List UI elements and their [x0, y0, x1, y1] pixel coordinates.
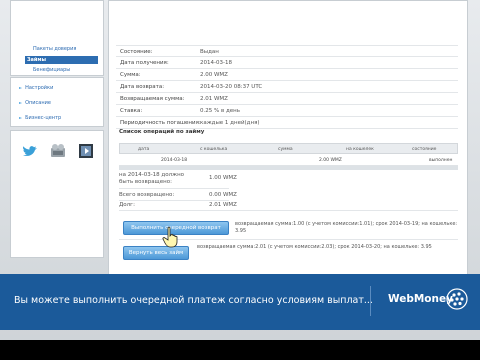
sidebar-link-business-center[interactable]: ► Бизнес-центр: [19, 115, 61, 121]
sidebar-menu: Пакеты доверия Займы Бенефициары: [10, 0, 104, 76]
arrow-icon: ►: [19, 100, 23, 105]
info-value: 2.00 WMZ: [200, 72, 228, 78]
summary-returned-label: Всего возвращено:: [119, 192, 175, 198]
info-value: Выдан: [200, 49, 219, 55]
sidebar-item-beneficiaries[interactable]: Бенефициары: [33, 67, 70, 73]
info-label: Сумма:: [120, 72, 141, 78]
info-value: каждые 1 дней(дня): [200, 120, 260, 126]
arrow-icon: ►: [19, 115, 23, 120]
sidebar-link-label: Бизнес-центр: [25, 115, 62, 121]
cell-amount: 2.00 WMZ: [319, 158, 342, 163]
info-row-received-date: Дата получения: 2014-03-18: [116, 57, 458, 69]
info-row-periodicity: Периодичность погашения: каждые 1 дней(д…: [116, 117, 458, 129]
info-value: 2.01 WMZ: [200, 96, 228, 102]
info-row-amount: Сумма: 2.00 WMZ: [116, 69, 458, 81]
caption-text: Вы можете выполнить очередной платеж сог…: [14, 295, 373, 306]
operations-title: Список операций по займу: [119, 129, 205, 135]
summary-due-row: быть возвращено: 1.00 WMZ: [119, 175, 237, 185]
webmoney-logo-text: WebMoney: [388, 293, 453, 305]
info-label: Дата возврата:: [120, 84, 165, 90]
summary-due-label-1: на 2014-03-18 должно: [119, 172, 185, 178]
info-row-rate: Ставка: 0.25 % в день: [116, 105, 458, 117]
summary-due-value: 1.00 WMZ: [209, 175, 237, 181]
operations-table-header: дата с кошелька сумма на кошелек состоян…: [119, 143, 458, 154]
info-label: Периодичность погашения:: [120, 120, 201, 126]
info-row-return-date: Дата возврата: 2014-03-20 08:37 UTC: [116, 81, 458, 93]
caption-banner: Вы можете выполнить очередной платеж сог…: [0, 274, 480, 330]
summary-debt-label: Долг:: [119, 202, 135, 208]
pay-next-description: возвращаемая сумма:1.00 (с учетом комисс…: [235, 221, 458, 234]
twitter-icon[interactable]: [21, 142, 39, 160]
summary-returned-row: Всего возвращено: 0.00 WMZ: [119, 192, 237, 198]
banner-divider: [370, 286, 371, 316]
info-row-state: Состояние: Выдан: [116, 45, 458, 57]
video-frame: Пакеты доверия Займы Бенефициары ► Настро…: [0, 0, 480, 360]
column-header-from: с кошелька: [200, 147, 228, 152]
summary-returned-value: 0.00 WMZ: [209, 192, 237, 198]
column-header-status: состояние: [412, 147, 437, 152]
arrow-icon: ►: [19, 85, 23, 90]
sidebar-link-description[interactable]: ► Описание: [19, 100, 51, 106]
network-icon[interactable]: [49, 142, 67, 160]
sidebar-link-settings[interactable]: ► Настройки: [19, 85, 53, 91]
column-header-amount: сумма: [278, 147, 293, 152]
sidebar-links: ► Настройки ► Описание ► Бизнес-центр: [10, 77, 104, 127]
info-value: 2014-03-20 08:37 UTC: [200, 84, 263, 90]
info-label: Ставка:: [120, 108, 143, 114]
divider: [119, 188, 229, 189]
pay-all-button[interactable]: Вернуть весь займ: [123, 246, 189, 260]
social-icons-panel: [10, 130, 104, 258]
pay-all-description: возвращаемая сумма:2.01 (с учетом комисс…: [197, 244, 432, 250]
info-label: Дата получения:: [120, 60, 169, 66]
sidebar-link-label: Описание: [25, 100, 51, 106]
summary-debt-value: 2.01 WMZ: [209, 202, 237, 208]
info-value: 2014-03-18: [200, 60, 232, 66]
info-label: Состояние:: [120, 49, 153, 55]
info-label: Возвращаемая сумма:: [120, 96, 185, 102]
cell-date: 2014-03-18: [161, 158, 188, 163]
hand-cursor-icon: [162, 226, 178, 248]
info-value: 0.25 % в день: [200, 108, 240, 114]
summary-due-label-2: быть возвращено:: [119, 179, 172, 185]
table-footer-band: [119, 166, 458, 170]
divider: [119, 210, 458, 211]
cell-status: выполнен: [429, 158, 453, 163]
info-row-return-amount: Возвращаемая сумма: 2.01 WMZ: [116, 93, 458, 105]
sidebar-link-label: Настройки: [25, 85, 54, 91]
sidebar-item-loans[interactable]: Займы: [25, 56, 98, 64]
divider: [119, 200, 229, 201]
column-header-date: дата: [138, 147, 150, 152]
column-header-to: на кошелек: [346, 147, 374, 152]
webmoney-globe-icon: [446, 288, 468, 310]
table-row: 2014-03-18 2.00 WMZ выполнен: [119, 155, 458, 166]
summary-debt-row: Долг: 2.01 WMZ: [119, 202, 237, 208]
sidebar-item-trust-packages[interactable]: Пакеты доверия: [33, 46, 76, 52]
video-icon[interactable]: [77, 142, 95, 160]
